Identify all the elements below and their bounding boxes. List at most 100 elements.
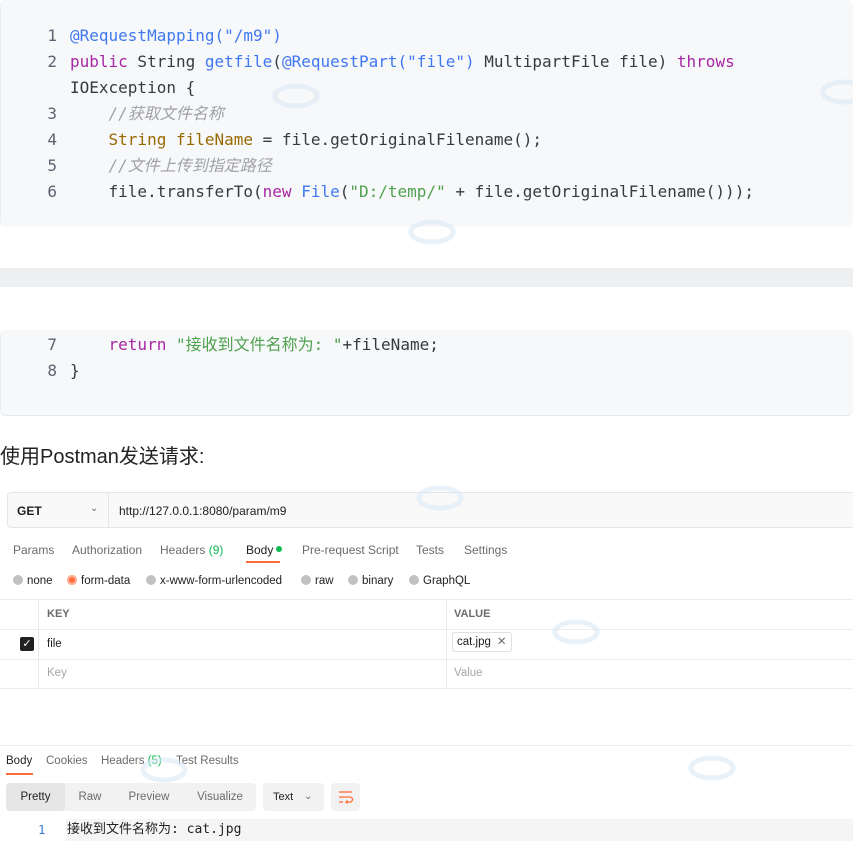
code-token: public <box>70 52 128 71</box>
code-text: //文件上传到指定路径 <box>70 153 272 179</box>
code-text: @RequestMapping("/m9") <box>70 23 282 49</box>
request-url-bar: GET ⌄ http://127.0.0.1:8080/param/m9 <box>7 492 853 528</box>
code-token: new <box>262 182 292 201</box>
tab-pre-request-script[interactable]: Pre-request Script <box>302 543 399 557</box>
line-number: 3 <box>47 104 57 123</box>
body-type-none[interactable]: none <box>13 574 53 587</box>
response-tab-cookies[interactable]: Cookies <box>46 755 88 767</box>
view-visualize-button[interactable]: Visualize <box>186 783 254 811</box>
code-token: @RequestMapping( <box>70 26 225 45</box>
radio-icon <box>348 574 358 585</box>
value-placeholder-input[interactable]: Value <box>454 667 483 679</box>
form-data-table: KEY VALUE file Key Value <box>0 599 853 689</box>
code-token: throws <box>676 52 735 71</box>
line-number: 7 <box>47 335 57 354</box>
radio-selected-icon <box>67 574 77 585</box>
file-chip[interactable]: cat.jpg ✕ <box>452 632 512 652</box>
body-type-binary[interactable]: binary <box>348 574 393 587</box>
code-token: MultipartFile file) <box>474 52 677 71</box>
column-divider <box>446 599 447 688</box>
view-pretty-button[interactable]: Pretty <box>6 783 65 811</box>
line-number: 6 <box>47 182 57 201</box>
code-token: file.transferTo( <box>70 182 263 201</box>
line-number: 2 <box>47 52 57 71</box>
active-response-tab-indicator <box>6 773 33 775</box>
response-tab-body[interactable]: Body <box>6 755 32 767</box>
code-text: public String getfile(@RequestPart("file… <box>70 49 735 75</box>
code-token: return <box>108 335 167 354</box>
code-token: //获取文件名称 <box>70 104 224 123</box>
code-token: fileName <box>175 130 254 149</box>
body-type-urlencoded[interactable]: x-www-form-urlencoded <box>146 574 282 587</box>
code-token: = file.getOriginalFilename(); <box>253 130 543 149</box>
code-block-2: 7 return "接收到文件名称为: "+fileName; 8} <box>0 330 853 416</box>
view-preview-button[interactable]: Preview <box>117 783 181 811</box>
method-dropdown[interactable]: GET ⌄ <box>8 493 109 527</box>
code-token: getfile <box>204 52 273 71</box>
code-token: ( <box>272 52 282 71</box>
code-token: "file" <box>407 52 465 71</box>
code-token: ) <box>464 52 475 71</box>
tab-tests[interactable]: Tests <box>416 543 444 557</box>
code-text: //获取文件名称 <box>70 101 224 127</box>
method-label: GET <box>17 504 42 518</box>
value-column-header: VALUE <box>454 608 491 620</box>
code-token: } <box>70 361 80 380</box>
code-token: File <box>301 182 340 201</box>
table-divider <box>0 599 853 600</box>
tab-settings[interactable]: Settings <box>464 543 507 557</box>
code-text: return "接收到文件名称为: "+fileName; <box>70 332 439 358</box>
table-divider <box>0 659 853 660</box>
response-divider <box>0 745 853 746</box>
row-enabled-checkbox[interactable]: ✓ <box>20 637 34 651</box>
response-tab-headers[interactable]: Headers (5) <box>101 755 162 767</box>
content-separator <box>0 268 853 287</box>
body-type-raw[interactable]: raw <box>301 574 334 587</box>
row-key-file[interactable]: file <box>47 638 62 650</box>
format-label: Text <box>273 791 294 803</box>
tab-authorization[interactable]: Authorization <box>72 543 142 557</box>
code-token: "接收到文件名称为: " <box>175 335 343 354</box>
code-token: ( <box>339 182 350 201</box>
code-token: IOException { <box>70 78 196 97</box>
response-tab-test-results[interactable]: Test Results <box>176 755 239 767</box>
close-icon[interactable]: ✕ <box>497 636 507 648</box>
response-text: 接收到文件名称为: cat.jpg <box>66 819 853 841</box>
radio-icon <box>301 574 311 585</box>
response-body: 1 接收到文件名称为: cat.jpg <box>0 819 853 841</box>
code-token: + file.getOriginalFilename())); <box>445 182 754 201</box>
code-token: String <box>108 130 167 149</box>
code-token: //文件上传到指定路径 <box>70 156 272 175</box>
view-raw-button[interactable]: Raw <box>67 783 113 811</box>
wrap-lines-button[interactable] <box>331 783 360 811</box>
tab-headers[interactable]: Headers (9) <box>160 543 223 557</box>
tab-params[interactable]: Params <box>13 543 54 557</box>
code-token: "/m9" <box>224 26 273 45</box>
modified-dot-icon <box>276 545 283 552</box>
code-text: } <box>70 358 80 384</box>
format-dropdown[interactable]: Text ⌄ <box>263 783 324 811</box>
wrap-lines-icon <box>339 791 354 804</box>
code-token: ) <box>272 26 282 45</box>
code-text: IOException { <box>70 75 195 101</box>
body-type-graphql[interactable]: GraphQL <box>409 574 470 587</box>
key-placeholder-input[interactable]: Key <box>47 667 67 679</box>
key-column-header: KEY <box>47 608 70 620</box>
code-block-1: 1 @RequestMapping("/m9") 2 public String ge… <box>0 0 853 227</box>
chevron-down-icon: ⌄ <box>90 503 99 514</box>
body-type-form-data[interactable]: form-data <box>67 574 130 587</box>
column-divider <box>38 599 39 688</box>
table-divider <box>0 688 853 689</box>
tab-body[interactable]: Body <box>246 543 283 557</box>
url-input[interactable]: http://127.0.0.1:8080/param/m9 <box>119 504 286 518</box>
code-token: "D:/temp/" <box>349 182 446 201</box>
line-number: 8 <box>47 361 57 380</box>
section-heading: 使用Postman发送请求: <box>0 446 205 468</box>
postman-request-panel: GET ⌄ http://127.0.0.1:8080/param/m9 Par… <box>0 489 853 851</box>
code-token: @RequestPart( <box>281 52 408 71</box>
line-number: 5 <box>47 156 57 175</box>
